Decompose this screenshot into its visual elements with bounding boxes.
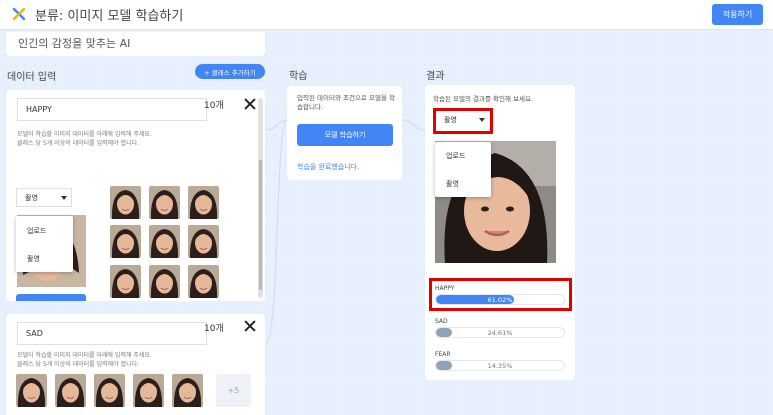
train-description: 입력된 데이터와 조건으로 모델을 학습합니다. bbox=[297, 94, 395, 111]
image-count: 10개 bbox=[204, 101, 224, 111]
caret-down-icon bbox=[61, 196, 67, 200]
menu-item-upload[interactable]: 업로드 bbox=[16, 216, 73, 236]
class-description: 모델이 학습할 이미지 데이터를 아래에 입력해 주세요. bbox=[17, 352, 152, 359]
image-thumbnail[interactable] bbox=[149, 265, 180, 298]
image-thumbnail[interactable] bbox=[172, 374, 203, 407]
x-logo-icon bbox=[12, 7, 26, 21]
image-thumbnail[interactable] bbox=[110, 225, 141, 258]
image-thumbnail[interactable] bbox=[94, 374, 125, 407]
prediction-label: HAPPY bbox=[435, 285, 455, 292]
scrollbar-thumb[interactable] bbox=[259, 160, 262, 290]
class-name-input[interactable]: SAD bbox=[17, 322, 207, 345]
prediction-percent: 14.35% bbox=[487, 362, 513, 370]
prediction-label: FEAR bbox=[435, 351, 451, 358]
train-heading: 학습 bbox=[289, 71, 308, 82]
top-bar: 분류: 이미지 모델 학습하기 적용하기 bbox=[0, 0, 773, 30]
workspace-canvas: 인긴의 감정을 맞추는 AI 데이터 입력 + 클래스 추가하기 학습 결과 H… bbox=[0, 30, 773, 415]
class-name-input[interactable]: HAPPY bbox=[17, 98, 207, 121]
more-images-badge[interactable]: +5 bbox=[216, 374, 251, 407]
image-thumbnail[interactable] bbox=[188, 186, 219, 219]
menu-item-capture[interactable]: 촬영 bbox=[16, 236, 73, 264]
apply-button[interactable]: 적용하기 bbox=[712, 4, 763, 25]
train-status: 학습을 완료했습니다. bbox=[297, 163, 360, 171]
image-count: 10개 bbox=[204, 324, 224, 334]
dropdown-selected: 촬영 bbox=[25, 194, 38, 202]
image-thumbnail[interactable] bbox=[133, 374, 164, 407]
result-card: 학습된 모델의 결과를 확인해 보세요. 촬영 업로드 촬영 HAPPY 61.0 bbox=[425, 85, 575, 380]
input-method-dropdown[interactable]: 촬영 bbox=[16, 188, 72, 207]
result-input-dropdown[interactable]: 촬영 bbox=[436, 111, 490, 131]
close-icon[interactable] bbox=[244, 98, 256, 110]
image-thumbnail[interactable] bbox=[110, 265, 141, 298]
result-description: 학습된 모델의 결과를 확인해 보세요. bbox=[433, 95, 534, 103]
result-input-menu: 업로드 촬영 bbox=[435, 142, 491, 197]
image-thumbnail[interactable] bbox=[149, 225, 180, 258]
add-class-button[interactable]: + 클래스 추가하기 bbox=[195, 64, 265, 79]
caret-down-icon bbox=[479, 118, 485, 122]
data-input-heading: 데이터 입력 bbox=[7, 72, 57, 83]
train-model-button[interactable]: 모델 학습하기 bbox=[297, 124, 393, 146]
image-thumbnail[interactable] bbox=[16, 374, 47, 407]
close-icon[interactable] bbox=[244, 320, 256, 332]
capture-button[interactable] bbox=[16, 294, 86, 301]
image-thumbnail[interactable] bbox=[149, 186, 180, 219]
image-thumbnail[interactable] bbox=[188, 265, 219, 298]
class-requirement: 클래스 당 5개 이상의 데이터를 입력해야 합니다. bbox=[17, 140, 140, 147]
image-thumbnail[interactable] bbox=[55, 374, 86, 407]
menu-item-capture[interactable]: 촬영 bbox=[435, 161, 491, 189]
result-heading: 결과 bbox=[426, 71, 445, 82]
prediction-label: SAD bbox=[435, 318, 448, 325]
prediction-bar: 24.61% bbox=[435, 327, 565, 338]
prediction-percent: 61.02% bbox=[487, 296, 513, 304]
prediction-bar: 14.35% bbox=[435, 360, 565, 371]
dropdown-selected: 촬영 bbox=[444, 116, 457, 124]
prediction-percent: 24.61% bbox=[487, 329, 513, 337]
class-requirement: 클래스 당 5개 이상의 데이터를 입력해야 합니다. bbox=[17, 361, 140, 368]
input-method-menu: 업로드 촬영 bbox=[16, 216, 73, 272]
image-thumbnail[interactable] bbox=[188, 225, 219, 258]
prediction-bar: 61.02% bbox=[435, 294, 565, 305]
page-title: 분류: 이미지 모델 학습하기 bbox=[35, 9, 184, 24]
image-thumbnail[interactable] bbox=[110, 186, 141, 219]
menu-item-upload[interactable]: 업로드 bbox=[435, 142, 491, 161]
class-description: 모델이 학습할 이미지 데이터를 아래에 입력해 주세요. bbox=[17, 131, 152, 138]
train-card: 입력된 데이터와 조건으로 모델을 학습합니다. 모델 학습하기 학습을 완료했… bbox=[287, 86, 402, 180]
class-card-sad: SAD 10개 모델이 학습할 이미지 데이터를 아래에 입력해 주세요. 클래… bbox=[6, 314, 265, 415]
class-card-happy: HAPPY 10개 모델이 학습할 이미지 데이터를 아래에 입력해 주세요. … bbox=[6, 90, 265, 301]
